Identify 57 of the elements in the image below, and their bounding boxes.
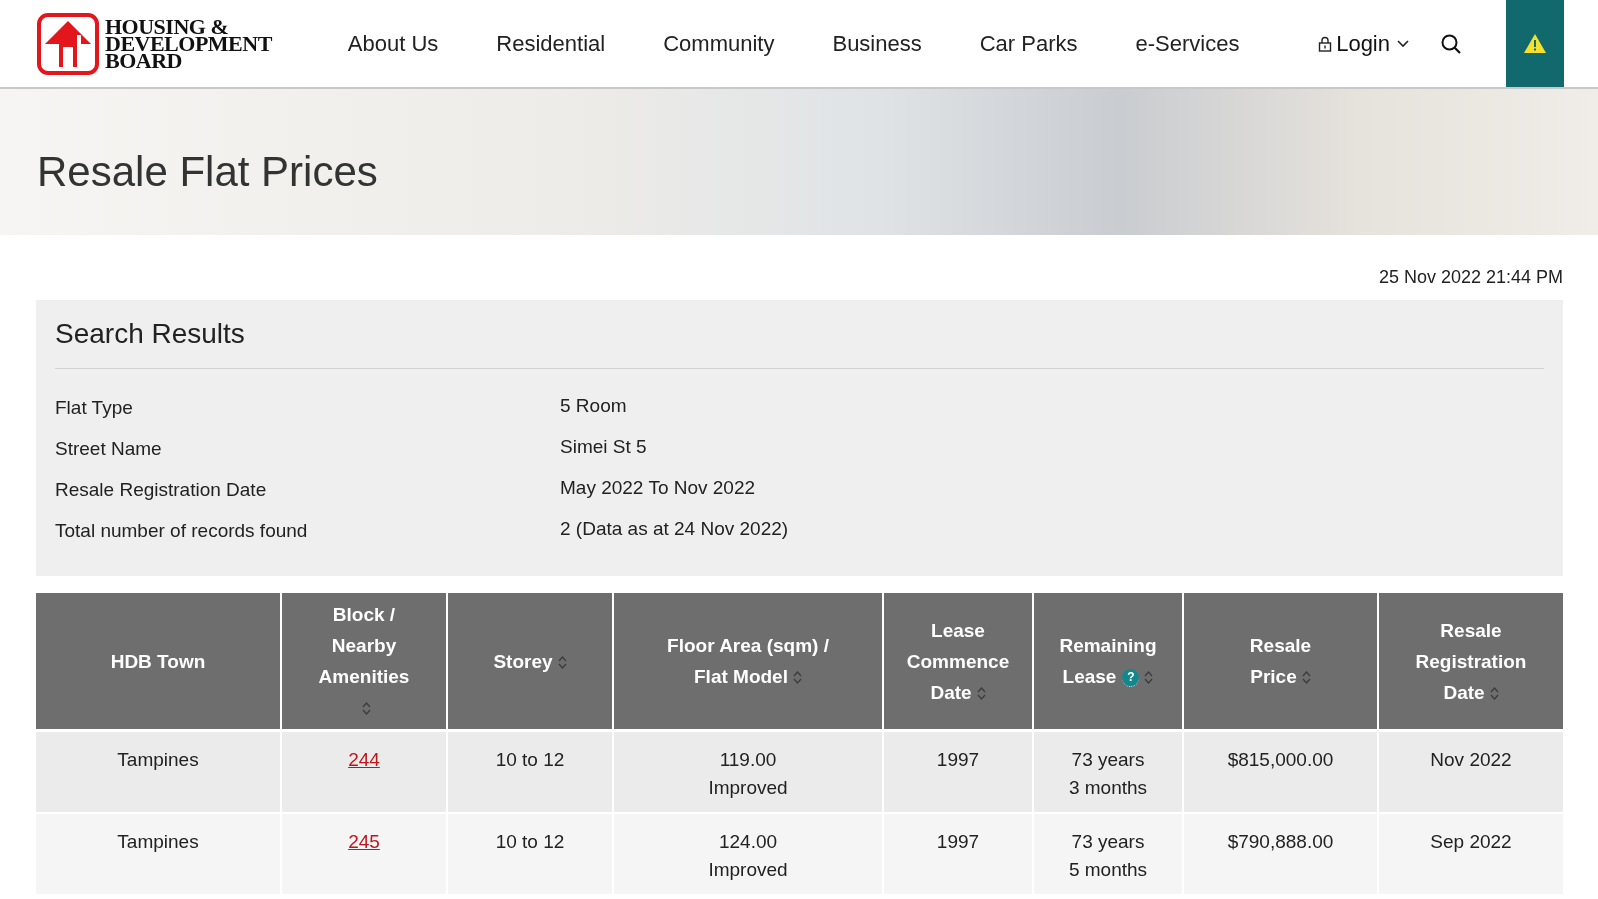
page-title: Resale Flat Prices [37, 148, 378, 196]
sort-icon[interactable] [1144, 670, 1154, 686]
sort-icon[interactable] [1489, 686, 1499, 701]
nav-link[interactable]: Residential [496, 30, 606, 57]
block-link[interactable]: 244 [286, 746, 442, 774]
warning-icon [1524, 34, 1546, 53]
login-button[interactable]: Login [1318, 30, 1410, 57]
table-cell: 1997 [883, 813, 1033, 895]
sort-icon[interactable] [362, 701, 371, 717]
panel-title: Search Results [55, 318, 1544, 369]
table-cell: 1997 [883, 730, 1033, 813]
table-cell: 10 to 12 [447, 730, 613, 813]
sort-icon[interactable] [557, 655, 567, 670]
column-header[interactable]: Resale Price [1183, 593, 1378, 731]
field-value: Simei St 5 [560, 436, 648, 459]
nav-link[interactable]: Car Parks [979, 30, 1078, 57]
sort-icon[interactable] [976, 686, 986, 701]
table-cell: 119.00 Improved [613, 730, 883, 813]
block-link[interactable]: 245 [286, 828, 442, 856]
field-value: 5 Room [560, 395, 628, 418]
column-header[interactable]: Lease Commence Date [883, 593, 1033, 731]
sort-icon[interactable] [1301, 670, 1311, 686]
nav-link[interactable]: About Us [347, 30, 439, 57]
table-cell: 124.00 Improved [613, 813, 883, 895]
column-header[interactable]: Remaining Lease ? [1033, 593, 1183, 731]
timestamp: 25 Nov 2022 21:44 PM [1378, 267, 1563, 288]
caret-icon [1396, 38, 1410, 49]
field-label: Resale Registration Date [55, 479, 268, 501]
logo-text: HOUSING & DEVELOPMENT BOARD [105, 18, 272, 69]
table-cell: Sep 2022 [1378, 813, 1563, 895]
field-value: 2 (Data as at 24 Nov 2022) [560, 518, 790, 541]
column-header[interactable]: Storey [447, 593, 613, 731]
field-label: Total number of records found [55, 520, 309, 542]
nav-link[interactable]: e-Services [1135, 30, 1240, 57]
column-header: HDB Town [36, 593, 281, 731]
help-badge[interactable]: ? [1122, 669, 1140, 687]
column-header[interactable]: Resale Registration Date [1378, 593, 1563, 731]
column-header[interactable]: Block / Nearby Amenities [281, 593, 447, 731]
table-cell: 73 years 5 months [1033, 813, 1183, 895]
table-cell: Nov 2022 [1378, 730, 1563, 813]
lock-icon [1318, 35, 1333, 52]
search-icon[interactable] [1440, 32, 1462, 55]
table-cell: Tampines [36, 730, 281, 813]
column-header[interactable]: Floor Area (sqm) / Flat Model [613, 593, 883, 731]
sort-icon[interactable] [792, 670, 802, 686]
house-arrow-logo-icon[interactable] [37, 12, 99, 75]
table-cell: $790,888.00 [1183, 813, 1378, 895]
field-label: Flat Type [55, 397, 134, 419]
alert-button[interactable] [1506, 0, 1564, 87]
nav-link[interactable]: Community [663, 30, 775, 57]
nav-link[interactable]: Business [832, 30, 922, 57]
table-cell: 73 years 3 months [1033, 730, 1183, 813]
field-label: Street Name [55, 438, 163, 460]
table-cell: 10 to 12 [447, 813, 613, 895]
field-value: May 2022 To Nov 2022 [560, 477, 757, 500]
table-cell: Tampines [36, 813, 281, 895]
table-cell: $815,000.00 [1183, 730, 1378, 813]
